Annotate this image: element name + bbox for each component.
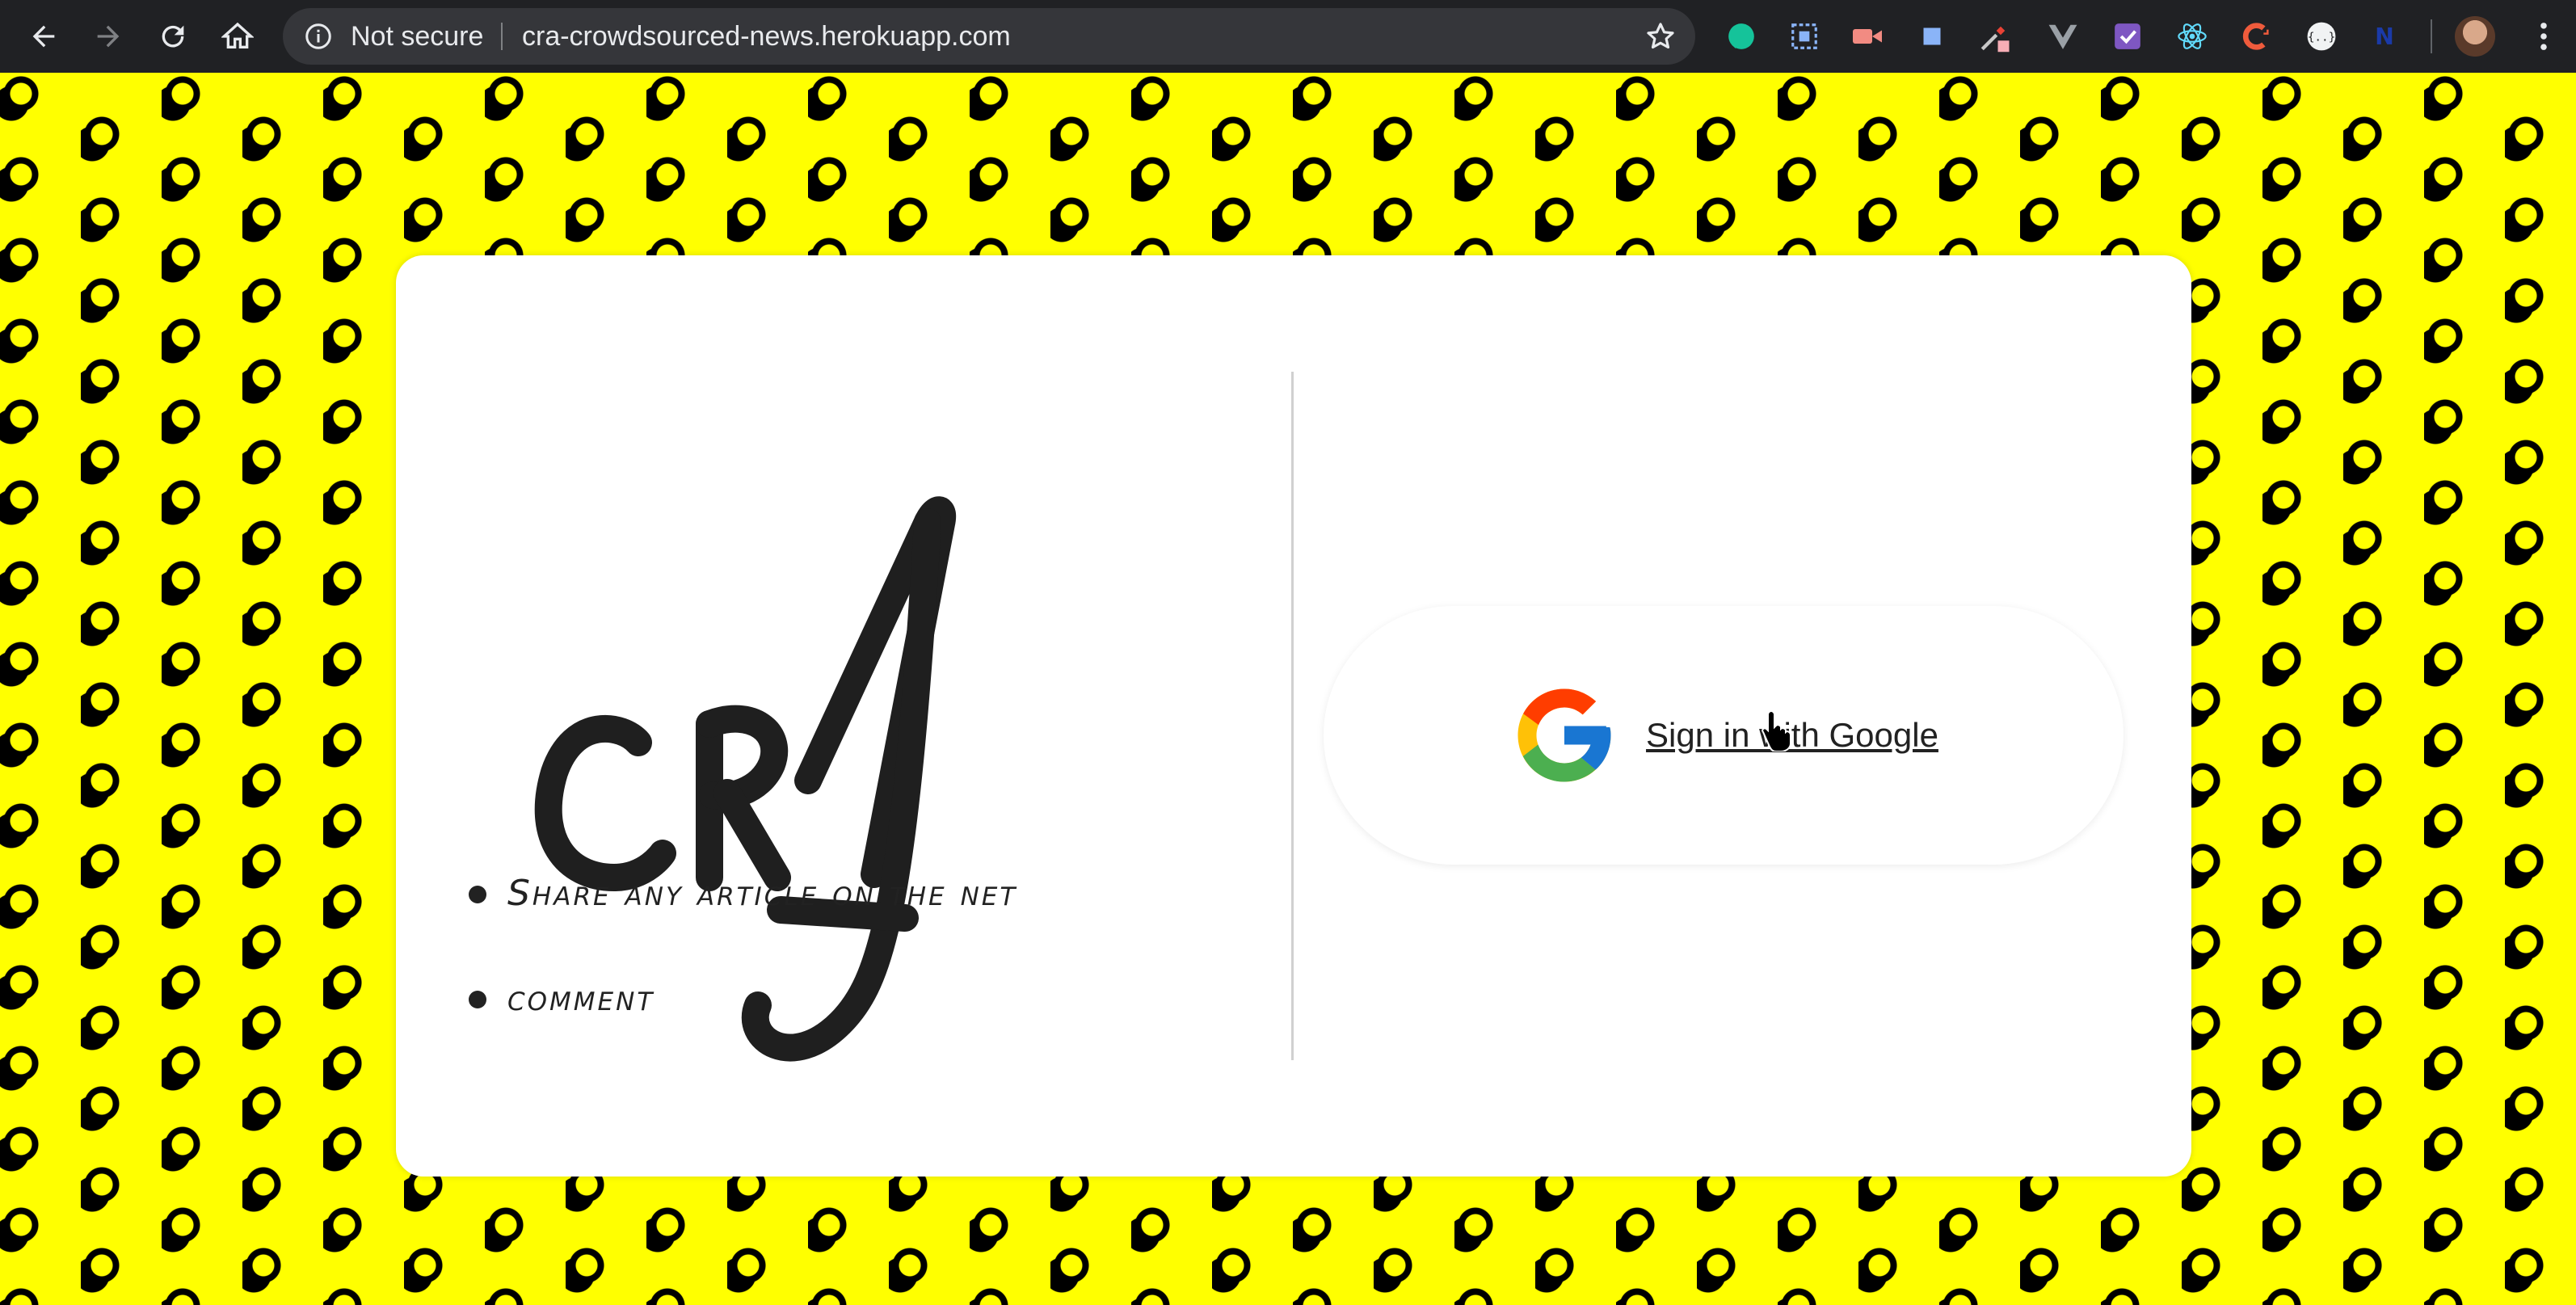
feature-list: Share any article on the net comment [469,853,1017,1063]
react-icon[interactable] [2175,19,2209,53]
c-icon[interactable] [2240,19,2274,53]
vue-icon[interactable] [2046,19,2080,53]
svg-text:{..}: {..} [2308,32,2335,44]
screencast-icon[interactable] [1787,19,1821,53]
address-bar[interactable]: Not secure cra-crowdsourced-news.herokua… [283,8,1695,65]
svg-text:N: N [2375,23,2394,50]
browser-toolbar: Not secure cra-crowdsourced-news.herokua… [0,0,2576,73]
feature-item: Share any article on the net [469,853,1017,958]
bullet [469,991,486,1008]
toolbar-separator [2431,19,2432,53]
bullet [469,886,486,903]
eyedropper-icon[interactable] [1978,19,2012,53]
reload-icon[interactable] [150,14,196,59]
url-text[interactable]: cra-crowdsourced-news.herokuapp.com [522,8,1011,65]
checkmark-icon[interactable] [2111,19,2145,53]
info-icon[interactable] [304,22,333,51]
grammarly-icon[interactable] [1724,19,1758,53]
forward-icon[interactable] [86,14,131,59]
back-icon[interactable] [21,14,66,59]
separator [501,23,503,50]
vertical-divider [1291,372,1294,1060]
feature-text: Share any article on the net [507,873,1018,914]
blue-square-icon[interactable] [1915,19,1949,53]
json-icon[interactable]: {..} [2305,19,2338,53]
video-icon[interactable] [1850,19,1884,53]
google-signin-button[interactable]: Sign in with Google [1324,606,2124,865]
security-status[interactable]: Not secure [351,8,483,65]
menu-icon[interactable] [2528,18,2560,55]
hand-cursor-icon [1762,709,1794,752]
feature-text: comment [507,978,655,1019]
home-icon[interactable] [215,14,260,59]
feature-item: comment [469,958,1017,1063]
login-card: Share any article on the net comment Sig… [396,255,2191,1177]
bookmark-star-icon[interactable] [1645,21,1676,52]
n-icon[interactable]: N [2368,19,2401,53]
google-logo-icon [1509,680,1620,791]
profile-avatar[interactable] [2455,16,2495,57]
